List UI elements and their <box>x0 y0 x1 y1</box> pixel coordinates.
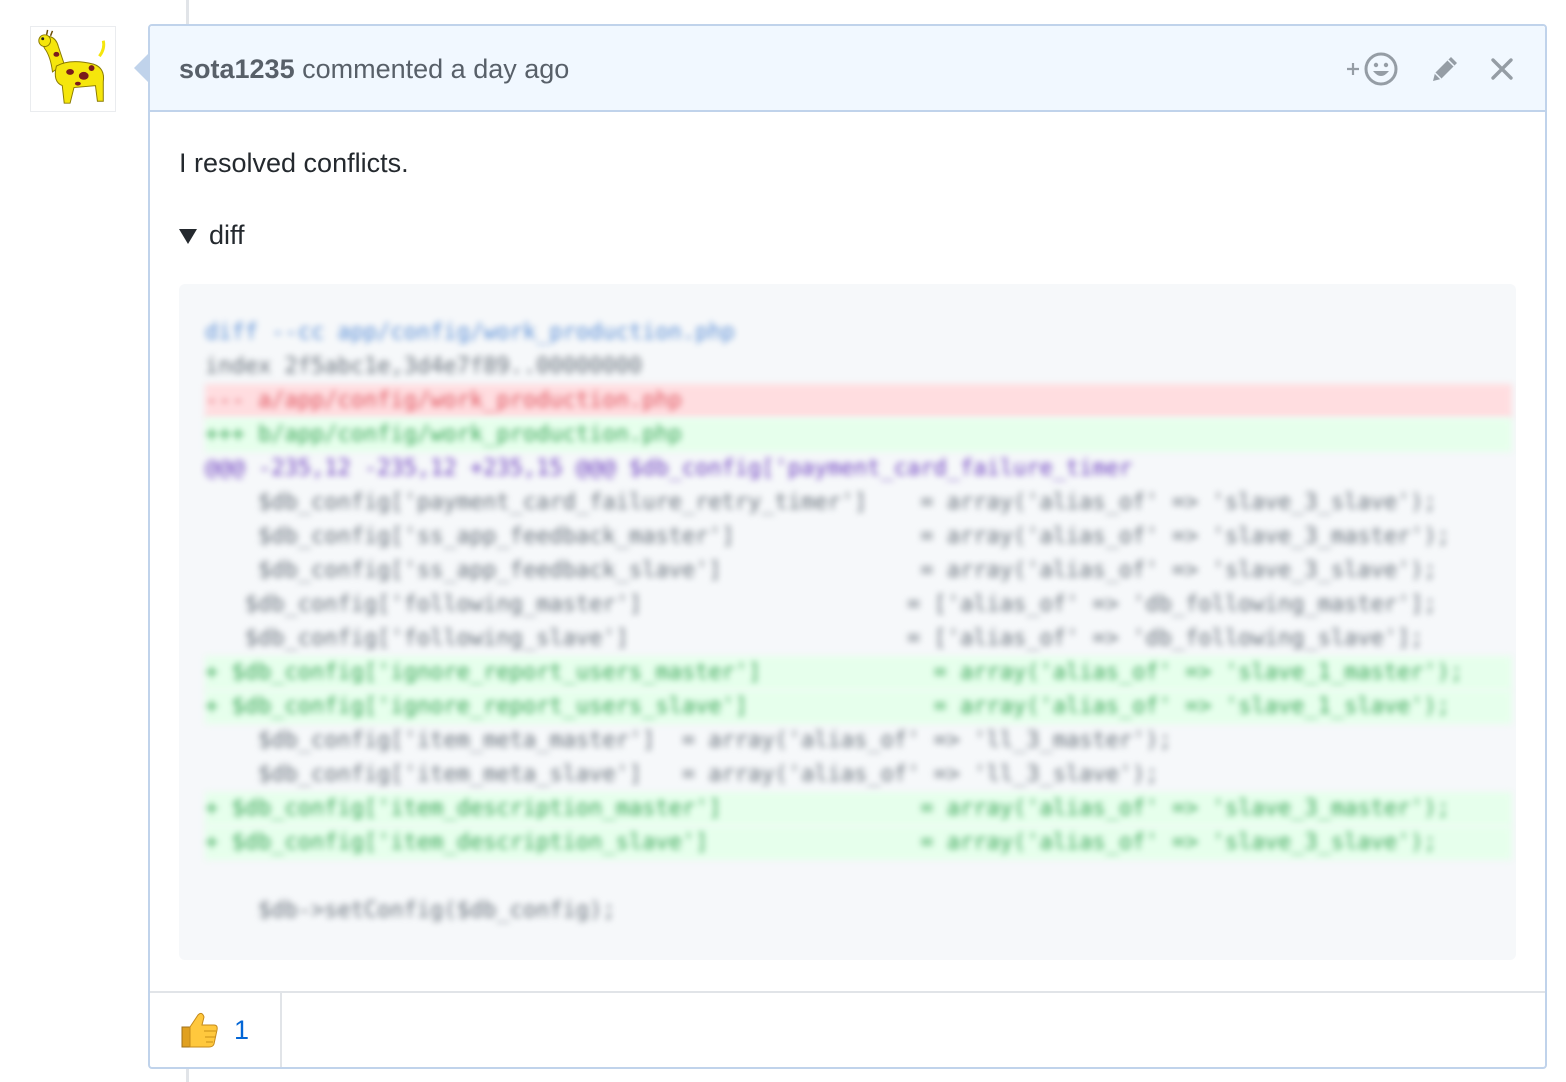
details-summary-label: diff <box>209 220 245 250</box>
diff-line-blank <box>205 860 1512 894</box>
details-summary[interactable]: diff <box>179 218 1515 252</box>
disclosure-triangle-icon <box>179 228 197 244</box>
diff-code-block: diff --cc app/config/work_production.php… <box>179 284 1516 960</box>
diff-line-ctx: $db_config['following_slave'] = ['alias_… <box>205 626 1424 651</box>
reaction-count: 1 <box>234 1014 250 1045</box>
diff-code-lines: diff --cc app/config/work_production.php… <box>205 316 1512 928</box>
comment-text: I resolved conflicts. <box>179 148 409 178</box>
edit-button[interactable] <box>1429 53 1461 85</box>
diff-line-del: --- a/app/config/work_production.php <box>205 384 1512 418</box>
thumbs-up-icon <box>181 1012 218 1048</box>
diff-line-ctx: $db_config['ss_app_feedback_slave'] = ar… <box>205 558 1437 583</box>
comment-actions <box>1345 50 1515 88</box>
diff-line-hunk: @@@ -235,12 -235,12 +235,15 @@@ $db_conf… <box>205 456 1133 481</box>
diff-line-add: + $db_config['item_description_slave'] =… <box>205 826 1512 860</box>
diff-line-ctx: $db_config['payment_card_failure_retry_t… <box>205 490 1437 515</box>
smiley-plus-icon <box>1347 52 1398 86</box>
giraffe-avatar-image <box>38 29 106 104</box>
x-icon <box>1491 58 1513 80</box>
comment-action-text: commented a day ago <box>302 54 570 84</box>
diff-line-ctx: $db->setConfig($db_config); <box>205 898 616 923</box>
diff-line-add: +++ b/app/config/work_production.php <box>205 418 1512 452</box>
comment-box: sota1235 commented a day ago I resolved … <box>148 24 1547 1069</box>
pencil-icon <box>1433 57 1457 81</box>
comment-footer: 1 <box>150 991 1545 1067</box>
comment-header: sota1235 commented a day ago <box>150 26 1545 112</box>
diff-line-meta: diff --cc app/config/work_production.php <box>205 320 735 345</box>
comment-body: I resolved conflicts. diff diff --cc app… <box>179 146 1516 960</box>
diff-line-add: + $db_config['item_description_master'] … <box>205 792 1512 826</box>
delete-button[interactable] <box>1489 56 1515 82</box>
diff-line-add: + $db_config['ignore_report_users_master… <box>205 656 1512 690</box>
diff-line-ctx: $db_config['item_meta_master'] = array('… <box>205 728 1172 753</box>
reaction-thumbs-up-button[interactable]: 1 <box>150 993 282 1067</box>
diff-line-ctx: $db_config['following_master'] = ['alias… <box>205 592 1437 617</box>
diff-line-ctx: $db_config['item_meta_slave'] = array('a… <box>205 762 1159 787</box>
avatar[interactable] <box>30 26 116 112</box>
comment-meta: sota1235 commented a day ago <box>179 52 569 86</box>
add-reaction-button[interactable] <box>1345 50 1401 88</box>
diff-line-ctx: $db_config['ss_app_feedback_master'] = a… <box>205 524 1451 549</box>
author-link[interactable]: sota1235 <box>179 54 295 84</box>
diff-line-index: index 2f5abc1e,3d4e7f89..00000000 <box>205 354 643 379</box>
diff-line-add: + $db_config['ignore_report_users_slave'… <box>205 690 1512 724</box>
